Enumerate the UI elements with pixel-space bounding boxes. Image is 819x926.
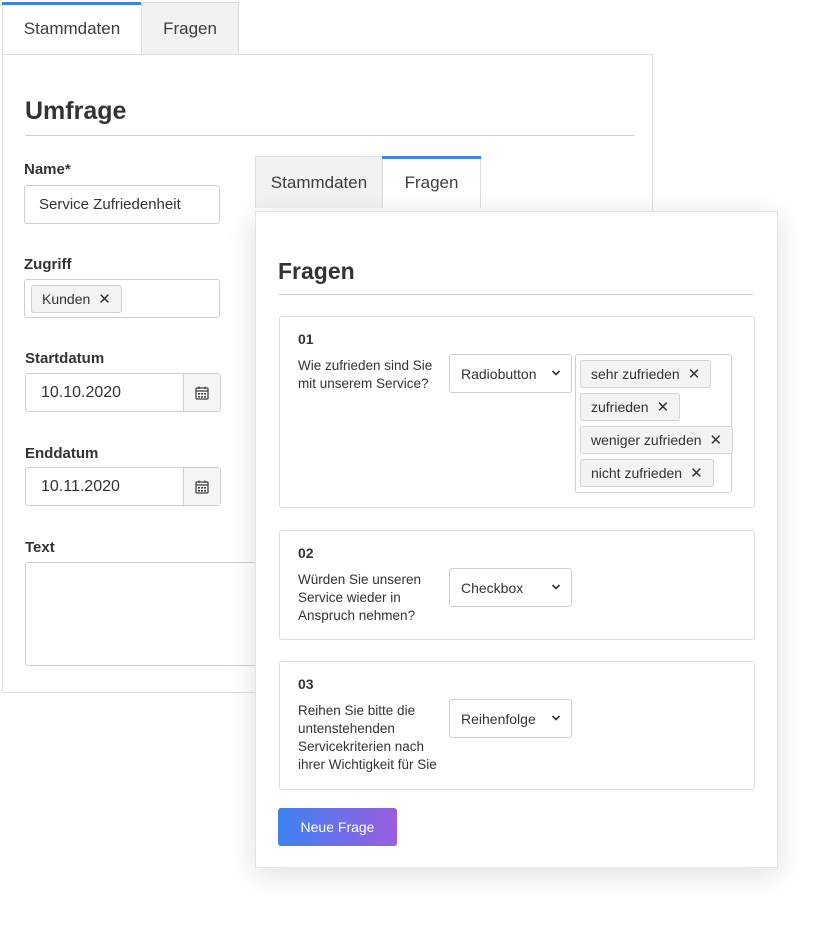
start-date-picker-button[interactable] bbox=[183, 374, 220, 411]
question-type-select[interactable]: Checkbox bbox=[449, 568, 572, 607]
end-date-field: 10.11.2020 bbox=[25, 467, 221, 506]
tab-fragen[interactable]: Fragen bbox=[382, 156, 481, 208]
question-number: 02 bbox=[298, 545, 314, 561]
questions-title: Fragen bbox=[278, 258, 355, 284]
title-divider bbox=[25, 135, 634, 136]
tab-fragen[interactable]: Fragen bbox=[141, 2, 239, 54]
question-text: Wie zufrieden sind Sie mit unserem Servi… bbox=[298, 358, 433, 391]
chevron-down-icon bbox=[551, 370, 561, 376]
end-date-picker-button[interactable] bbox=[183, 468, 220, 505]
question-text: Würden Sie unseren Service wieder in Ans… bbox=[298, 572, 422, 623]
question-type-value: Reihenfolge bbox=[461, 710, 536, 727]
start-date-field: 10.10.2020 bbox=[25, 373, 221, 412]
question-type-select[interactable]: Reihenfolge bbox=[449, 699, 572, 738]
answer-tag-label: sehr zufrieden bbox=[591, 366, 680, 382]
front-tab-bar: Stammdaten Fragen bbox=[255, 156, 481, 208]
questions-panel: Fragen 01 Wie zufrieden sind Sie mit uns… bbox=[255, 211, 778, 868]
question-card: 03 Reihen Sie bitte die untenstehenden S… bbox=[279, 661, 755, 790]
text-label: Text bbox=[25, 539, 55, 556]
answer-tag-label: nicht zufrieden bbox=[591, 465, 683, 481]
new-question-button[interactable]: Neue Frage bbox=[278, 808, 397, 846]
question-card: 02 Würden Sie unseren Service wieder in … bbox=[279, 530, 755, 640]
question-number: 01 bbox=[298, 331, 314, 347]
close-icon[interactable]: ✕ bbox=[688, 365, 701, 383]
name-input[interactable]: Service Zufriedenheit bbox=[24, 185, 220, 224]
start-date-label: Startdatum bbox=[25, 350, 105, 367]
close-icon[interactable]: ✕ bbox=[710, 431, 723, 449]
end-date-label: Enddatum bbox=[25, 445, 99, 462]
title-divider bbox=[278, 294, 753, 295]
close-icon[interactable]: ✕ bbox=[98, 290, 111, 308]
answer-tag: sehr zufrieden ✕ bbox=[580, 360, 712, 388]
back-tab-bar: Stammdaten Fragen bbox=[2, 2, 239, 54]
answer-tag-label: weniger zufrieden bbox=[591, 432, 702, 448]
answer-tag: nicht zufrieden ✕ bbox=[580, 459, 714, 487]
question-card: 01 Wie zufrieden sind Sie mit unserem Se… bbox=[279, 316, 755, 508]
calendar-icon bbox=[195, 480, 209, 494]
answer-tag: weniger zufrieden ✕ bbox=[580, 426, 734, 454]
question-text: Reihen Sie bitte die untenstehenden Serv… bbox=[298, 703, 437, 772]
tab-stammdaten[interactable]: Stammdaten bbox=[255, 156, 383, 208]
answer-tag: zufrieden ✕ bbox=[580, 393, 681, 421]
page-title: Umfrage bbox=[25, 97, 127, 125]
close-icon[interactable]: ✕ bbox=[657, 398, 670, 416]
question-type-value: Radiobutton bbox=[461, 365, 537, 382]
question-type-value: Checkbox bbox=[461, 579, 524, 596]
text-area[interactable] bbox=[25, 562, 285, 666]
close-icon[interactable]: ✕ bbox=[690, 464, 703, 482]
question-type-select[interactable]: Radiobutton bbox=[449, 354, 572, 393]
tab-stammdaten[interactable]: Stammdaten bbox=[2, 2, 142, 54]
chevron-down-icon bbox=[551, 584, 561, 590]
access-tag: Kunden ✕ bbox=[31, 284, 122, 313]
start-date-input[interactable]: 10.10.2020 bbox=[26, 374, 183, 411]
answer-options[interactable]: sehr zufrieden ✕ zufrieden ✕ weniger zufri… bbox=[575, 354, 734, 493]
calendar-icon bbox=[195, 386, 209, 400]
answer-tag-label: zufrieden bbox=[591, 399, 649, 415]
chevron-down-icon bbox=[551, 715, 561, 721]
access-input[interactable]: Kunden ✕ bbox=[24, 279, 220, 318]
end-date-input[interactable]: 10.11.2020 bbox=[26, 468, 183, 505]
access-label: Zugriff bbox=[24, 256, 72, 273]
name-label: Name* bbox=[24, 161, 71, 178]
access-tag-label: Kunden bbox=[42, 290, 91, 307]
question-number: 03 bbox=[298, 676, 314, 692]
